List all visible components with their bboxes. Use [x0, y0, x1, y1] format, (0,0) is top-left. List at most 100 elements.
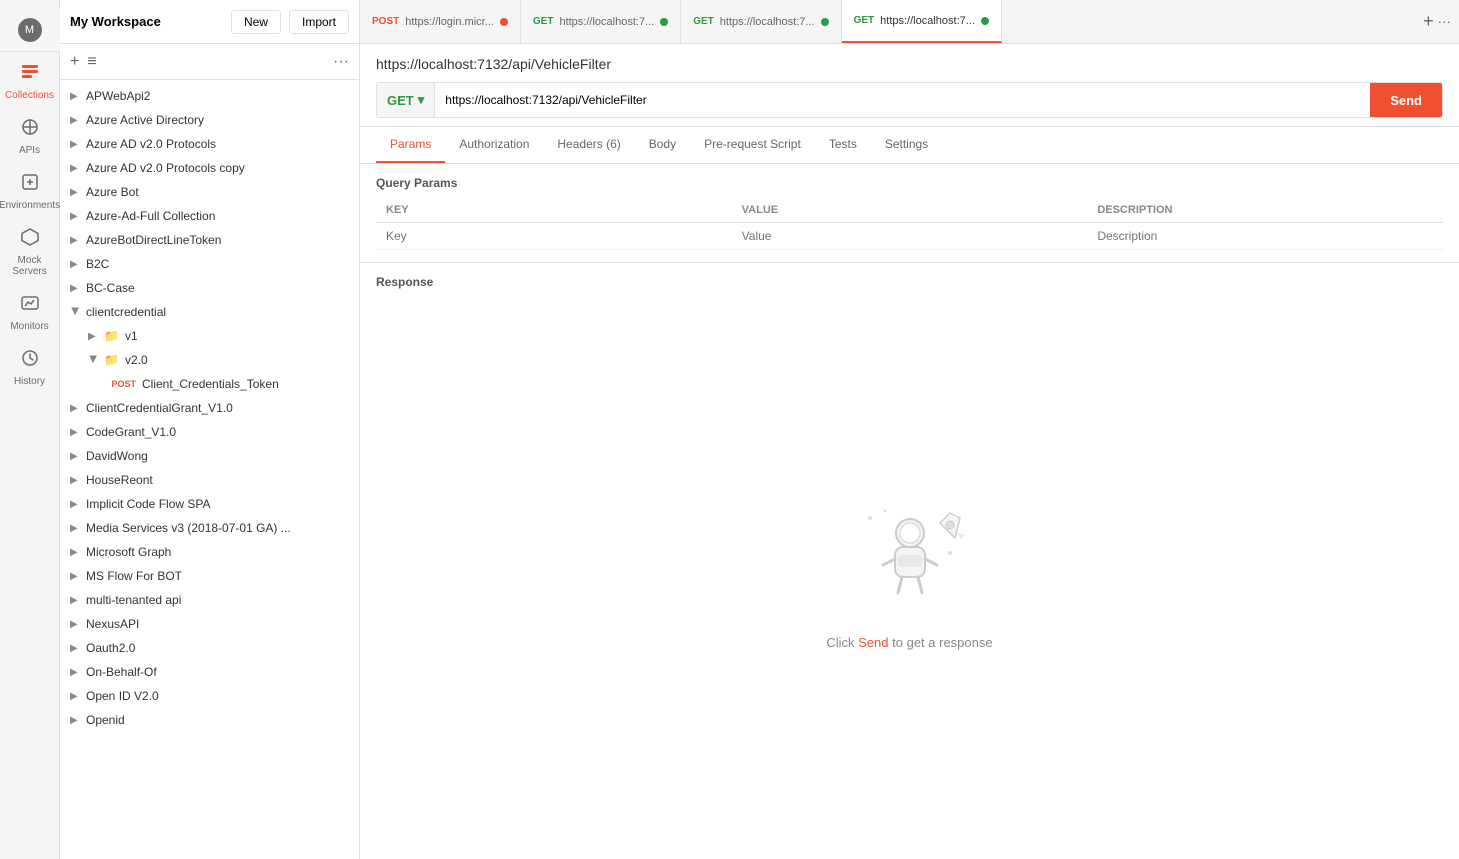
- list-item[interactable]: ▶ AzureBotDirectLineToken: [60, 228, 359, 252]
- key-input[interactable]: [386, 229, 722, 243]
- tab-settings[interactable]: Settings: [871, 127, 942, 163]
- collections-list: ▶ APWebApi2 ▶ Azure Active Directory ▶ A…: [60, 80, 359, 859]
- mock-servers-icon: [20, 227, 40, 252]
- sidebar-item-history[interactable]: History: [0, 338, 60, 393]
- list-item[interactable]: ▶ NexusAPI: [60, 612, 359, 636]
- response-empty-state: Click Send to get a response: [360, 293, 1459, 859]
- workspace-avatar[interactable]: M: [18, 18, 42, 42]
- new-button[interactable]: New: [231, 10, 281, 34]
- monitors-label: Monitors: [10, 321, 48, 332]
- key-column-header: KEY: [376, 198, 732, 223]
- tab-get-1[interactable]: GET https://localhost:7...: [521, 0, 681, 43]
- list-item[interactable]: ▶ 📁 v2.0: [60, 348, 359, 372]
- astronaut-illustration: [850, 503, 970, 623]
- chevron-icon: ▶: [88, 331, 98, 342]
- sidebar-item-mock-servers[interactable]: Mock Servers: [0, 217, 60, 283]
- tab-url: https://login.micr...: [405, 16, 494, 28]
- list-item[interactable]: ▶ B2C: [60, 252, 359, 276]
- tab-headers[interactable]: Headers (6): [543, 127, 634, 163]
- tab-method-badge: POST: [372, 16, 399, 27]
- chevron-icon: ▶: [70, 475, 80, 486]
- tab-params[interactable]: Params: [376, 127, 445, 163]
- add-tab-button[interactable]: +: [1423, 11, 1434, 32]
- folder-icon: 📁: [104, 353, 119, 367]
- chevron-icon: ▶: [70, 139, 80, 150]
- collection-name: Azure AD v2.0 Protocols: [86, 137, 216, 151]
- tab-more-button[interactable]: ···: [1438, 14, 1451, 29]
- chevron-icon: ▶: [70, 499, 80, 510]
- list-item[interactable]: ▶ multi-tenanted api: [60, 588, 359, 612]
- list-item[interactable]: ▶ Openid: [60, 708, 359, 732]
- tab-post-login[interactable]: POST https://login.micr...: [360, 0, 521, 43]
- url-input[interactable]: [435, 83, 1370, 117]
- import-button[interactable]: Import: [289, 10, 349, 34]
- tab-dirty-dot: [981, 17, 989, 25]
- collection-name: Azure AD v2.0 Protocols copy: [86, 161, 245, 175]
- list-item[interactable]: ▶ Open ID V2.0: [60, 684, 359, 708]
- list-item[interactable]: ▶ Azure AD v2.0 Protocols: [60, 132, 359, 156]
- collections-panel: My Workspace New Import + ≡ ··· ▶ APWebA…: [60, 0, 360, 859]
- workspace-name: My Workspace: [70, 14, 223, 29]
- send-button[interactable]: Send: [1370, 83, 1442, 117]
- list-item[interactable]: ▶ Oauth2.0: [60, 636, 359, 660]
- response-hint-link: Send: [858, 635, 888, 650]
- tab-tests[interactable]: Tests: [815, 127, 871, 163]
- collection-name: Oauth2.0: [86, 641, 135, 655]
- history-label: History: [14, 376, 45, 387]
- collections-icon: [20, 62, 40, 87]
- more-options-button[interactable]: ···: [333, 53, 349, 71]
- collections-toolbar: + ≡ ···: [60, 44, 359, 80]
- add-collection-button[interactable]: +: [70, 53, 79, 71]
- tab-get-3[interactable]: GET https://localhost:7...: [842, 0, 1002, 43]
- environments-label: Environments: [0, 200, 60, 211]
- list-item[interactable]: ▶ APWebApi2: [60, 84, 359, 108]
- collection-name: AzureBotDirectLineToken: [86, 233, 221, 247]
- collection-name: clientcredential: [86, 305, 166, 319]
- method-badge: POST: [104, 379, 136, 389]
- list-item[interactable]: ▶ Azure AD v2.0 Protocols copy: [60, 156, 359, 180]
- collection-name: Azure Active Directory: [86, 113, 204, 127]
- tab-actions: + ···: [1415, 0, 1459, 43]
- method-select[interactable]: GET ▾: [377, 83, 435, 117]
- sidebar-item-apis[interactable]: APIs: [0, 107, 60, 162]
- collection-name: BC-Case: [86, 281, 135, 295]
- list-item[interactable]: ▶ ClientCredentialGrant_V1.0: [60, 396, 359, 420]
- collection-name: B2C: [86, 257, 109, 271]
- response-hint: Click Send to get a response: [826, 635, 992, 650]
- filter-button[interactable]: ≡: [87, 53, 96, 71]
- sidebar-item-collections[interactable]: Collections: [0, 52, 60, 107]
- value-input[interactable]: [742, 229, 1078, 243]
- collection-name: Azure-Ad-Full Collection: [86, 209, 215, 223]
- list-item[interactable]: ▶ Media Services v3 (2018-07-01 GA) ...: [60, 516, 359, 540]
- collection-name: Openid: [86, 713, 125, 727]
- list-item[interactable]: ▶ Microsoft Graph: [60, 540, 359, 564]
- list-item[interactable]: ▶ BC-Case: [60, 276, 359, 300]
- description-input[interactable]: [1097, 229, 1433, 243]
- collection-name: multi-tenanted api: [86, 593, 181, 607]
- chevron-icon: ▶: [70, 115, 80, 126]
- list-item[interactable]: POST Client_Credentials_Token: [60, 372, 359, 396]
- list-item[interactable]: ▶ HouseReont: [60, 468, 359, 492]
- collection-name: v1: [125, 329, 138, 343]
- list-item[interactable]: ▶ On-Behalf-Of: [60, 660, 359, 684]
- list-item[interactable]: ▶ 📁 v1: [60, 324, 359, 348]
- list-item[interactable]: ▶ DavidWong: [60, 444, 359, 468]
- tab-pre-request-script[interactable]: Pre-request Script: [690, 127, 815, 163]
- tab-url: https://localhost:7...: [720, 16, 815, 28]
- tab-dirty-dot: [500, 18, 508, 26]
- list-item[interactable]: ▶ CodeGrant_V1.0: [60, 420, 359, 444]
- list-item[interactable]: ▶ MS Flow For BOT: [60, 564, 359, 588]
- tab-get-2[interactable]: GET https://localhost:7...: [681, 0, 841, 43]
- collection-name: MS Flow For BOT: [86, 569, 182, 583]
- list-item[interactable]: ▶ Azure Bot: [60, 180, 359, 204]
- tab-authorization[interactable]: Authorization: [445, 127, 543, 163]
- tab-body[interactable]: Body: [635, 127, 690, 163]
- chevron-icon: ▶: [70, 235, 80, 246]
- sidebar-item-monitors[interactable]: Monitors: [0, 283, 60, 338]
- list-item[interactable]: ▶ clientcredential: [60, 300, 359, 324]
- sidebar-item-environments[interactable]: Environments: [0, 162, 60, 217]
- list-item[interactable]: ▶ Implicit Code Flow SPA: [60, 492, 359, 516]
- list-item[interactable]: ▶ Azure-Ad-Full Collection: [60, 204, 359, 228]
- list-item[interactable]: ▶ Azure Active Directory: [60, 108, 359, 132]
- apis-label: APIs: [19, 145, 40, 156]
